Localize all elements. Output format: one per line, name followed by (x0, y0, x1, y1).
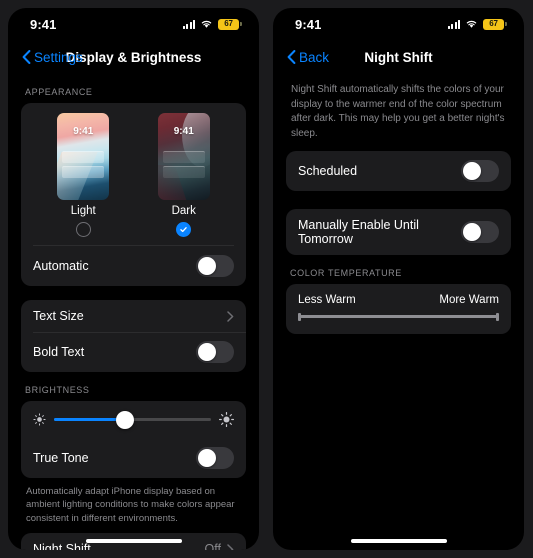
appearance-option-dark[interactable]: 9:41 Dark (157, 113, 210, 237)
toggle-knob (198, 449, 216, 467)
scheduled-card: Scheduled (286, 151, 511, 191)
battery-icon: 67 (483, 18, 507, 30)
row-label-true-tone: True Tone (33, 451, 89, 465)
color-temperature-track[interactable] (298, 312, 499, 321)
toggle-manually-enable[interactable] (461, 221, 499, 243)
preview-widgets-dark (162, 151, 205, 181)
brightness-knob[interactable] (115, 410, 134, 429)
row-bold-text[interactable]: Bold Text (21, 332, 246, 372)
checkmark-icon (180, 227, 187, 233)
text-settings-card: Text Size Bold Text (21, 300, 246, 372)
preview-widgets-light (62, 151, 105, 181)
appearance-label-dark: Dark (171, 205, 196, 217)
wallpaper-preview-dark: 9:41 (157, 113, 210, 200)
wifi-icon (466, 20, 477, 28)
battery-level-text: 67 (224, 19, 233, 28)
back-button-label: Back (299, 49, 330, 65)
preview-time-light: 9:41 (73, 126, 94, 137)
label-less-warm: Less Warm (298, 294, 356, 306)
label-more-warm: More Warm (439, 294, 499, 306)
toggle-true-tone[interactable] (196, 447, 234, 469)
preview-time-dark: 9:41 (173, 126, 194, 137)
appearance-label-light: Light (70, 205, 96, 217)
back-button[interactable]: Back (287, 50, 329, 65)
settings-list-left: APPEARANCE 9:41 Light 9:41 Dark Automati… (8, 74, 259, 550)
manual-enable-card: Manually Enable Until Tomorrow (286, 209, 511, 255)
row-label-night-shift: Night Shift (33, 542, 91, 550)
brightness-track[interactable] (54, 410, 211, 429)
row-automatic[interactable]: Automatic (33, 246, 234, 286)
cellular-signal-icon (183, 19, 195, 29)
status-bar-indicators: 67 (183, 18, 242, 30)
battery-level-text: 67 (489, 19, 498, 28)
section-header-color-temperature: COLOR TEMPERATURE (290, 268, 402, 278)
row-label-text-size: Text Size (33, 309, 84, 323)
toggle-automatic[interactable] (196, 255, 234, 277)
toggle-knob (198, 343, 216, 361)
section-header-brightness: BRIGHTNESS (25, 385, 90, 395)
brightness-fill (54, 418, 125, 421)
row-value-night-shift: Off (204, 542, 221, 550)
toggle-bold-text[interactable] (196, 341, 234, 363)
toggle-knob (463, 223, 481, 241)
toggle-knob (463, 162, 481, 180)
wallpaper-preview-light: 9:41 (57, 113, 110, 200)
footnote-true-tone: Automatically adapt iPhone display based… (26, 486, 235, 524)
row-label-scheduled: Scheduled (298, 164, 358, 178)
color-temperature-labels: Less Warm More Warm (298, 294, 499, 315)
appearance-card: 9:41 Light 9:41 Dark Automatic (21, 103, 246, 286)
sun-high-icon (219, 412, 234, 427)
nav-bar-right: Back Night Shift (273, 40, 524, 74)
row-text-size[interactable]: Text Size (21, 300, 246, 332)
toggle-knob (198, 257, 216, 275)
toggle-scheduled[interactable] (461, 160, 499, 182)
row-accessory-text-size (227, 310, 234, 322)
status-bar-left: 9:41 67 (8, 8, 259, 40)
status-bar-right: 9:41 67 (273, 8, 524, 40)
phone-display-brightness: 9:41 67 Settings Display & Brightness AP… (8, 8, 259, 550)
brightness-card: True Tone (21, 401, 246, 478)
sun-low-icon (33, 413, 46, 426)
status-bar-indicators: 67 (448, 18, 507, 30)
dual-phone-screenshot: 9:41 67 Settings Display & Brightness AP… (0, 0, 533, 558)
wifi-icon (201, 20, 212, 28)
row-accessory-night-shift: Off (205, 542, 234, 550)
settings-list-right: Night Shift automatically shifts the col… (273, 74, 524, 550)
home-indicator-left[interactable] (85, 539, 182, 543)
row-true-tone[interactable]: True Tone (21, 438, 246, 478)
row-label-bold-text: Bold Text (33, 345, 85, 359)
row-manually-enable[interactable]: Manually Enable Until Tomorrow (286, 209, 511, 255)
status-bar-time: 9:41 (30, 16, 57, 32)
chevron-right-icon (227, 310, 234, 322)
back-button-settings[interactable]: Settings (22, 50, 83, 65)
appearance-radio-dark[interactable] (176, 222, 192, 237)
appearance-radio-light[interactable] (75, 222, 91, 237)
back-button-label: Settings (34, 49, 83, 65)
appearance-option-light[interactable]: 9:41 Light (57, 113, 110, 237)
appearance-options: 9:41 Light 9:41 Dark (33, 113, 234, 245)
row-label-manually-enable: Manually Enable Until Tomorrow (298, 218, 419, 246)
home-indicator-right[interactable] (350, 539, 447, 543)
row-label-automatic: Automatic (33, 259, 89, 273)
phone-night-shift: 9:41 67 Back Night Shift Night Shift aut… (273, 8, 524, 550)
status-bar-time: 9:41 (295, 16, 322, 32)
battery-icon: 67 (218, 18, 242, 30)
row-scheduled[interactable]: Scheduled (286, 151, 511, 191)
row-brightness-slider[interactable] (21, 401, 246, 438)
chevron-left-icon (22, 50, 31, 64)
section-header-appearance: APPEARANCE (25, 87, 93, 97)
chevron-right-icon (227, 544, 234, 550)
chevron-left-icon (287, 50, 296, 64)
color-temperature-card: Less Warm More Warm (286, 284, 511, 334)
night-shift-description: Night Shift automatically shifts the col… (291, 84, 505, 139)
cellular-signal-icon (448, 19, 460, 29)
nav-bar-left: Settings Display & Brightness (8, 40, 259, 74)
